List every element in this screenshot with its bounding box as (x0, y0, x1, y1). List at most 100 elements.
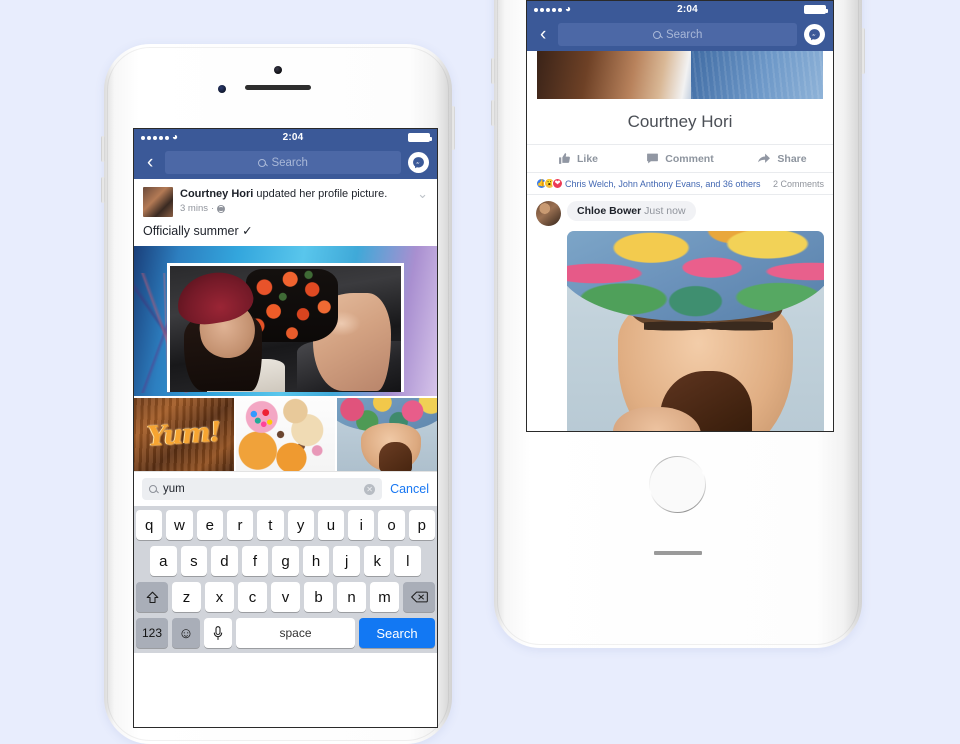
key-j[interactable]: j (333, 546, 360, 576)
post-body-text: Officially summer ✓ (143, 224, 253, 238)
like-button[interactable]: Like (527, 152, 629, 165)
love-reaction-icon: ❤ (552, 178, 563, 189)
microphone-icon[interactable] (204, 618, 232, 648)
share-button[interactable]: Share (731, 152, 833, 165)
key-i[interactable]: i (348, 510, 375, 540)
avatar[interactable] (536, 201, 561, 226)
key-l[interactable]: l (394, 546, 422, 576)
comment-author[interactable]: Chloe Bower (577, 205, 641, 217)
volume-up-button[interactable] (101, 136, 105, 162)
backspace-icon[interactable] (403, 582, 435, 612)
status-bar-clock: 2:04 (677, 4, 698, 15)
back-button[interactable]: ‹ (535, 25, 551, 44)
key-s[interactable]: s (180, 546, 208, 576)
reaction-icons[interactable]: 👍 😮 ❤ (536, 178, 563, 189)
post-separator: · (210, 203, 215, 215)
search-row: yum ✕ Cancel (134, 471, 437, 506)
key-c[interactable]: c (238, 582, 267, 612)
key-o[interactable]: o (378, 510, 405, 540)
power-button[interactable] (451, 106, 455, 150)
search-key[interactable]: Search (359, 618, 435, 648)
comment-label: Comment (665, 152, 714, 165)
right-iphone-device: ◕ 2:04 ‹ Search Courtney Hori Like Comme… (491, 0, 865, 648)
key-h[interactable]: h (302, 546, 330, 576)
search-bar[interactable]: Search (165, 151, 401, 174)
key-f[interactable]: f (241, 546, 269, 576)
key-z[interactable]: z (172, 582, 201, 612)
search-bar[interactable]: Search (558, 23, 797, 46)
cover-photo-strip[interactable] (527, 51, 833, 99)
messenger-icon[interactable] (804, 24, 825, 45)
comment-bubble: Chloe Bower Just now (567, 201, 696, 221)
left-iphone-device: ◕ 2:04 ‹ Search Courtney Hori updated he… (101, 44, 455, 744)
key-m[interactable]: m (370, 582, 399, 612)
messenger-icon[interactable] (408, 152, 429, 173)
key-k[interactable]: k (363, 546, 391, 576)
lightning-port (654, 551, 702, 555)
key-w[interactable]: w (166, 510, 193, 540)
key-g[interactable]: g (272, 546, 299, 576)
key-x[interactable]: x (205, 582, 234, 612)
search-input-value: yum (163, 483, 185, 495)
post-subtitle: 3 mins · (180, 203, 406, 214)
key-e[interactable]: e (196, 510, 223, 540)
key-q[interactable]: q (136, 510, 163, 540)
key-y[interactable]: y (287, 510, 314, 540)
status-bar: ◕ 2:04 (134, 129, 437, 146)
wifi-icon: ◕ (565, 3, 572, 15)
front-camera-icon (274, 66, 282, 74)
likers-text[interactable]: Chris Welch, John Anthony Evans, and 36 … (565, 179, 768, 189)
floral-hat-detail (567, 231, 824, 322)
keyboard-row-4: 123 ☺ space Search (136, 618, 435, 648)
shift-icon[interactable] (136, 582, 168, 612)
numbers-key[interactable]: 123 (136, 618, 168, 648)
cover-photo-image (537, 51, 823, 99)
emoji-icon[interactable]: ☺ (172, 618, 200, 648)
earpiece-speaker (245, 85, 311, 90)
comment-header: Chloe Bower Just now (536, 201, 824, 226)
chevron-down-icon[interactable]: ⌄ (413, 187, 428, 200)
kid-eating-icecream-thumbnail[interactable] (337, 398, 437, 471)
volume-up-button[interactable] (491, 58, 495, 84)
key-v[interactable]: v (271, 582, 300, 612)
profile-picture-image (170, 265, 401, 392)
key-p[interactable]: p (408, 510, 435, 540)
status-bar-left: ◕ (141, 132, 178, 143)
space-key[interactable]: space (236, 618, 355, 648)
keyboard-row-3: z x c v b n m (136, 582, 435, 612)
proximity-sensor-icon (218, 85, 226, 93)
power-button[interactable] (861, 28, 865, 74)
status-bar: ◕ 2:04 (527, 1, 833, 18)
keyboard-row-1: q w e r t y u i o p (136, 510, 435, 540)
post-author[interactable]: Courtney Hori (180, 188, 253, 200)
key-b[interactable]: b (304, 582, 333, 612)
volume-down-button[interactable] (101, 177, 105, 203)
avatar[interactable] (143, 187, 173, 217)
comments-count[interactable]: 2 Comments (773, 179, 824, 189)
search-icon (149, 485, 157, 493)
donuts-thumbnail[interactable] (235, 398, 336, 471)
key-d[interactable]: d (211, 546, 238, 576)
key-n[interactable]: n (337, 582, 366, 612)
yum-chocolate-thumbnail[interactable]: Yum! (134, 398, 234, 471)
volume-down-button[interactable] (491, 100, 495, 126)
clear-icon[interactable]: ✕ (364, 483, 376, 495)
search-icon (652, 30, 661, 39)
key-a[interactable]: a (149, 546, 177, 576)
post-title: Courtney Hori updated her profile pictur… (180, 187, 406, 201)
key-u[interactable]: u (317, 510, 345, 540)
post-meta: Courtney Hori updated her profile pictur… (180, 187, 406, 214)
search-bar-placeholder: Search (665, 28, 703, 41)
icecream-cone-detail (379, 441, 413, 471)
cancel-button[interactable]: Cancel (390, 482, 429, 496)
post-action-text: updated her profile picture. (253, 188, 388, 200)
back-button[interactable]: ‹ (142, 153, 158, 172)
key-r[interactable]: r (226, 510, 254, 540)
home-button[interactable] (649, 456, 706, 513)
key-t[interactable]: t (257, 510, 284, 540)
search-input[interactable]: yum ✕ (142, 478, 383, 500)
comment-button[interactable]: Comment (629, 152, 731, 165)
post-timestamp: 3 mins (180, 203, 208, 215)
comment-photo[interactable] (567, 231, 824, 431)
hero-photo[interactable] (134, 246, 437, 396)
